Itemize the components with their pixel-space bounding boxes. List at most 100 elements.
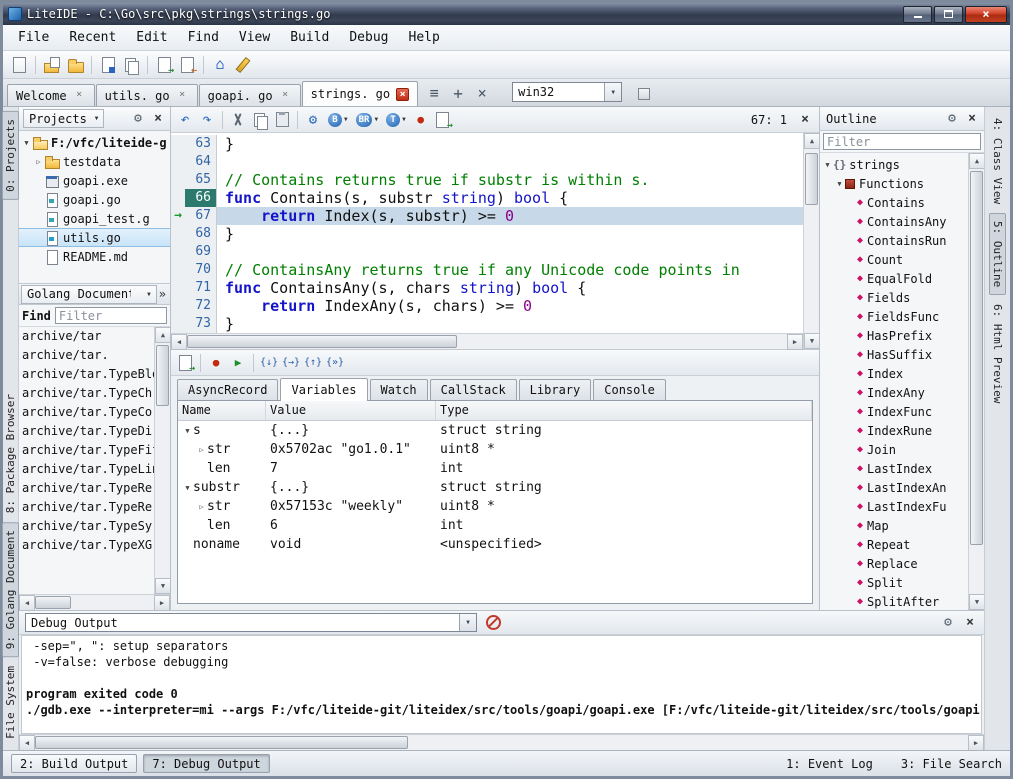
godoc-vertical-scrollbar[interactable]: ▲ ▼: [154, 327, 170, 594]
build-config-icon[interactable]: ⚙: [303, 110, 323, 130]
outline-item[interactable]: ◆LastIndexAn: [820, 478, 968, 497]
new-file-icon[interactable]: [9, 55, 29, 75]
scroll-left-arrow[interactable]: ◀: [171, 334, 187, 350]
outline-item[interactable]: ◆ContainsRun: [820, 231, 968, 250]
outline-item[interactable]: ◆Repeat: [820, 535, 968, 554]
scroll-up-arrow[interactable]: ▲: [155, 327, 171, 343]
outline-item[interactable]: ◆ContainsAny: [820, 212, 968, 231]
outline-item[interactable]: ▼Functions: [820, 174, 968, 193]
continue-icon[interactable]: ▶: [228, 353, 248, 373]
menu-recent[interactable]: Recent: [60, 27, 125, 48]
project-tree-item[interactable]: README.md: [19, 247, 170, 266]
start-debug-icon[interactable]: [433, 110, 453, 130]
project-tree-item[interactable]: goapi_test.g: [19, 209, 170, 228]
code-editor[interactable]: 63}6465// Contains returns true if subst…: [171, 133, 819, 350]
variable-row[interactable]: ▷str0x5702ac "go1.0.1"uint8 *: [178, 440, 812, 459]
undo-icon[interactable]: ↶: [175, 110, 195, 130]
code-line[interactable]: 70// ContainsAny returns true if any Uni…: [171, 261, 803, 279]
variable-row[interactable]: ▷str0x57153c "weekly"uint8 *: [178, 497, 812, 516]
project-tree-item[interactable]: goapi.exe: [19, 171, 170, 190]
side-tab-8-package-browser[interactable]: 8: Package Browser: [3, 387, 18, 520]
expand-icon[interactable]: ▷: [196, 503, 207, 511]
side-tab-9-golang-document[interactable]: 9: Golang Document: [2, 522, 19, 657]
variable-row[interactable]: nonamevoid<unspecified>: [178, 535, 812, 554]
godoc-horizontal-scrollbar[interactable]: ◀ ▶: [19, 594, 170, 610]
expand-icon[interactable]: ▼: [21, 139, 32, 147]
scrollbar-thumb[interactable]: [35, 596, 71, 609]
menu-file[interactable]: File: [9, 27, 58, 48]
redo-icon[interactable]: ↷: [197, 110, 217, 130]
outline-item[interactable]: ◆IndexRune: [820, 421, 968, 440]
build-b-button[interactable]: B▼: [325, 112, 351, 128]
godoc-filter-input[interactable]: [55, 307, 167, 324]
close-button[interactable]: ×: [965, 6, 1007, 23]
overflow-chevron-icon[interactable]: »: [157, 287, 168, 301]
godoc-list-item[interactable]: archive/tar.TypeLin: [19, 460, 154, 479]
scroll-down-arrow[interactable]: ▼: [804, 333, 820, 349]
debug-tab-library[interactable]: Library: [519, 379, 592, 400]
code-line[interactable]: 64: [171, 153, 803, 171]
projects-close-icon[interactable]: ×: [150, 111, 166, 126]
code-line[interactable]: 65// Contains returns true if substr is …: [171, 171, 803, 189]
variable-row[interactable]: ▼s{...}struct string: [178, 421, 812, 440]
debug-output-text[interactable]: -sep=", ": setup separators -v=false: ve…: [21, 635, 982, 734]
outline-item[interactable]: ◆EqualFold: [820, 269, 968, 288]
editor-tab-utilsgo[interactable]: utils. go×: [96, 84, 198, 106]
copy-icon[interactable]: [250, 110, 270, 130]
clear-output-icon[interactable]: [483, 613, 503, 633]
tab-close-icon[interactable]: ×: [73, 89, 86, 102]
status-1-event-log[interactable]: 1: Event Log: [786, 757, 873, 771]
output-settings-gear-icon[interactable]: ⚙: [940, 615, 956, 630]
stop-debug-icon[interactable]: ●: [206, 353, 226, 373]
debug-tab-watch[interactable]: Watch: [370, 379, 428, 400]
outline-item[interactable]: ◆Fields: [820, 288, 968, 307]
projects-settings-gear-icon[interactable]: ⚙: [130, 111, 146, 126]
outline-item[interactable]: ◆Index: [820, 364, 968, 383]
outline-item[interactable]: ◆IndexFunc: [820, 402, 968, 421]
godoc-list-item[interactable]: archive/tar.TypeBlo: [19, 365, 154, 384]
menu-build[interactable]: Build: [281, 27, 338, 48]
outline-item[interactable]: ◆Count: [820, 250, 968, 269]
chevron-down-icon[interactable]: ▼: [344, 116, 348, 123]
scroll-right-arrow[interactable]: ▶: [968, 735, 984, 751]
menu-edit[interactable]: Edit: [127, 27, 176, 48]
expand-icon[interactable]: ▼: [834, 180, 845, 188]
paste-icon[interactable]: [272, 110, 292, 130]
menu-view[interactable]: View: [230, 27, 279, 48]
maximize-button[interactable]: [934, 6, 963, 23]
godoc-list-item[interactable]: archive/tar.TypeXG: [19, 536, 154, 555]
projects-view-combo[interactable]: Projects ▼: [23, 109, 104, 128]
outline-item[interactable]: ◆HasPrefix: [820, 326, 968, 345]
scroll-down-arrow[interactable]: ▼: [969, 594, 985, 610]
show-current-icon[interactable]: [175, 353, 195, 373]
godoc-list-item[interactable]: archive/tar.TypeRe: [19, 498, 154, 517]
godoc-list-item[interactable]: archive/tar: [19, 327, 154, 346]
scroll-track[interactable]: [35, 595, 154, 610]
editor-close-icon[interactable]: ×: [797, 112, 813, 128]
side-tab-file-system[interactable]: File System: [3, 659, 18, 746]
code-line[interactable]: 63}: [171, 135, 803, 153]
cut-icon[interactable]: [228, 110, 248, 130]
godoc-list-item[interactable]: archive/tar.TypeRe: [19, 479, 154, 498]
golang-document-combo[interactable]: Golang Document ▼: [21, 285, 157, 304]
godoc-list-item[interactable]: archive/tar.TypeFif: [19, 441, 154, 460]
column-header-name[interactable]: Name: [178, 401, 266, 420]
code-line[interactable]: 68}: [171, 225, 803, 243]
scroll-track[interactable]: [969, 169, 984, 594]
target-platform-combo[interactable]: win32 ▼: [512, 82, 622, 102]
editor-horizontal-scrollbar[interactable]: ◀ ▶: [171, 333, 803, 349]
scroll-track[interactable]: [155, 343, 170, 578]
scroll-left-arrow[interactable]: ◀: [19, 735, 35, 751]
side-tab-0-projects[interactable]: 0: Projects: [2, 111, 19, 200]
home-icon[interactable]: ⌂: [210, 55, 230, 75]
outline-vertical-scrollbar[interactable]: ▲ ▼: [968, 153, 984, 610]
debug-tab-console[interactable]: Console: [593, 379, 666, 400]
godoc-list-item[interactable]: archive/tar.TypeDir: [19, 422, 154, 441]
scroll-up-arrow[interactable]: ▲: [969, 153, 985, 169]
expand-icon[interactable]: ▷: [33, 158, 44, 166]
column-header-value[interactable]: Value: [266, 401, 436, 420]
status-3-file-search[interactable]: 3: File Search: [901, 757, 1002, 771]
scrollbar-thumb[interactable]: [805, 153, 818, 205]
outline-item[interactable]: ◆HasSuffix: [820, 345, 968, 364]
debug-tab-callstack[interactable]: CallStack: [430, 379, 517, 400]
